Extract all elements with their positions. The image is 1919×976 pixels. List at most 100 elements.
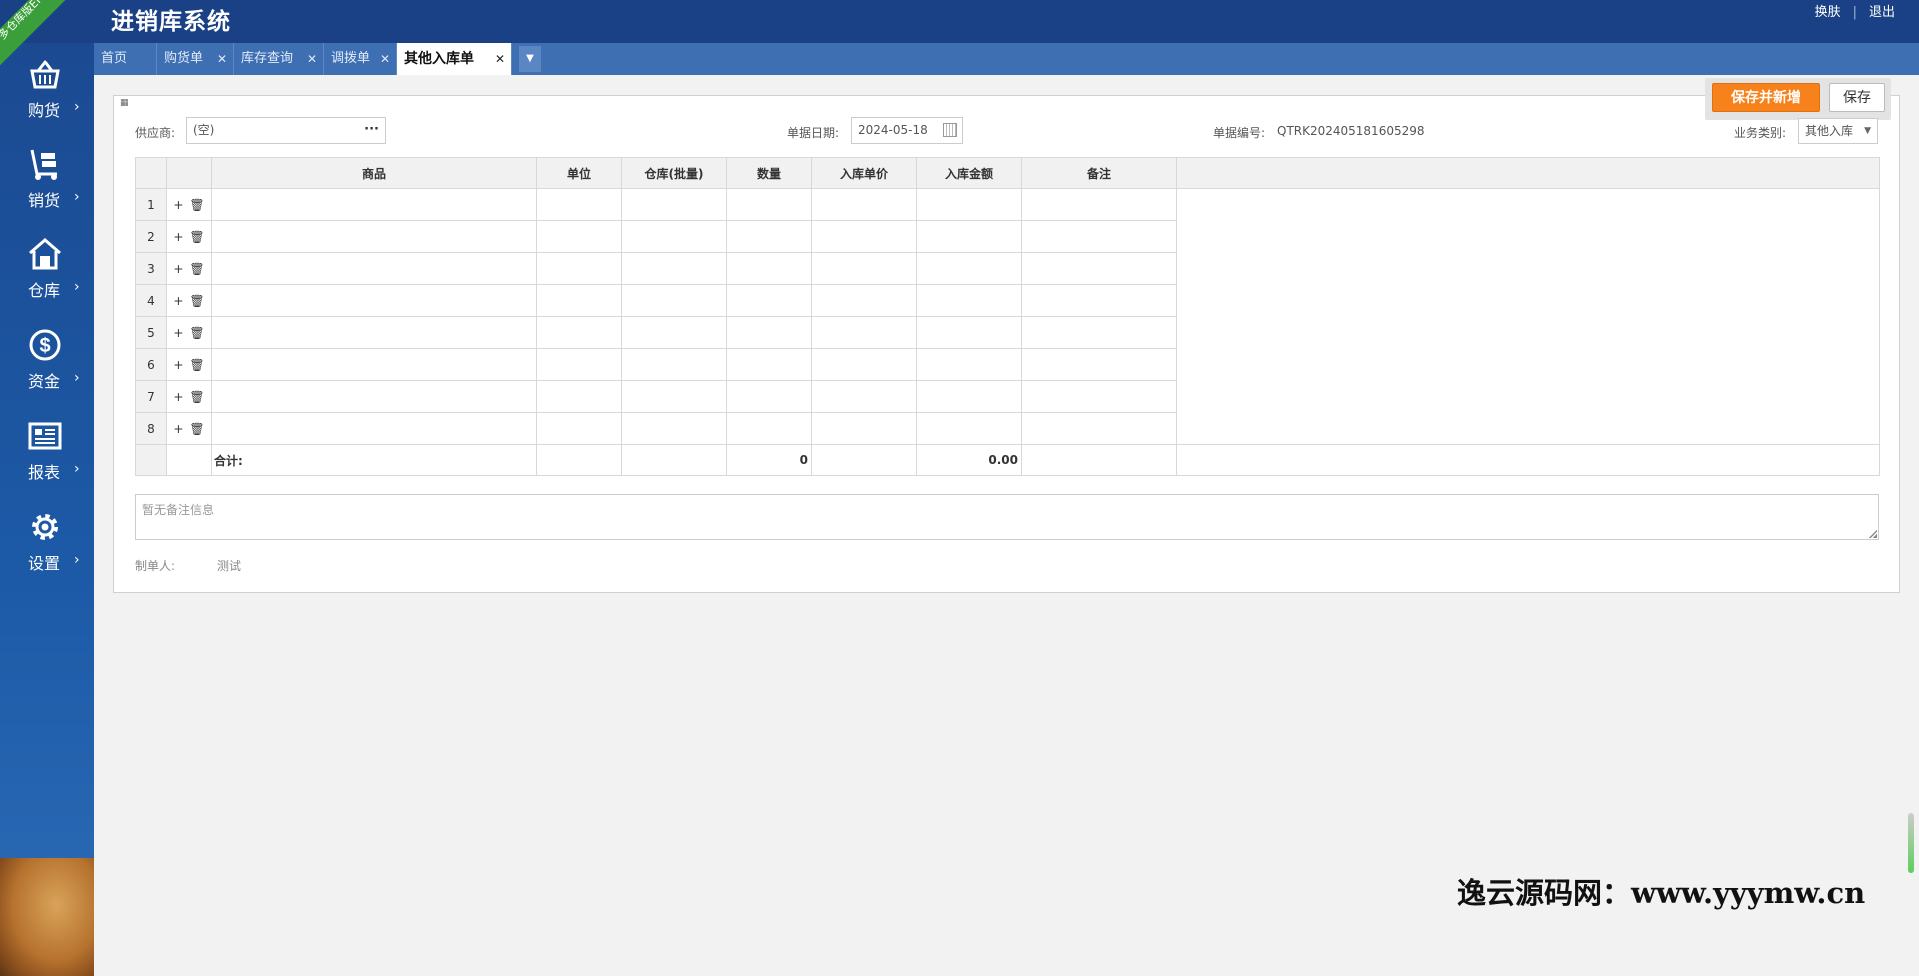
cell-product[interactable] [211,284,537,317]
cell-warehouse[interactable] [621,252,727,285]
delete-row-icon[interactable]: 🗑 [189,294,204,308]
cell-product[interactable] [211,220,537,253]
add-row-icon[interactable]: + [173,422,183,436]
delete-row-icon[interactable]: 🗑 [189,262,204,276]
logout-link[interactable]: 退出 [1869,5,1895,20]
remark-textarea[interactable]: 暂无备注信息 [135,494,1879,540]
cell-unit[interactable] [536,316,622,349]
delete-row-icon[interactable]: 🗑 [189,326,204,340]
cell-remark[interactable] [1021,380,1177,413]
cell-unit-price[interactable] [811,188,917,221]
cell-unit-price[interactable] [811,348,917,381]
cell-quantity[interactable] [726,252,812,285]
cell-unit-price[interactable] [811,284,917,317]
add-row-icon[interactable]: + [173,358,183,372]
cell-remark[interactable] [1021,188,1177,221]
close-icon[interactable]: ✕ [217,43,227,75]
cell-quantity[interactable] [726,220,812,253]
sidebar-item-warehouse[interactable]: 仓库 › [0,237,94,317]
cell-amount[interactable] [916,348,1022,381]
cell-product[interactable] [211,380,537,413]
cell-quantity[interactable] [726,188,812,221]
cell-warehouse[interactable] [621,284,727,317]
column-header-product[interactable]: 商品 [211,157,537,189]
column-header-remark[interactable]: 备注 [1021,157,1177,189]
close-icon[interactable]: ✕ [495,43,505,75]
date-field[interactable]: 2024-05-18 [851,117,963,144]
tab-inventory-query[interactable]: 库存查询 ✕ [234,43,324,75]
delete-row-icon[interactable]: 🗑 [189,422,204,436]
sidebar-item-funds[interactable]: $ 资金 › [0,328,94,408]
scroll-indicator[interactable] [1908,813,1914,873]
cell-product[interactable] [211,348,537,381]
save-button[interactable]: 保存 [1829,83,1885,112]
cell-unit[interactable] [536,348,622,381]
column-header-unit[interactable]: 单位 [536,157,622,189]
add-row-icon[interactable]: + [173,326,183,340]
cell-amount[interactable] [916,412,1022,445]
column-header-quantity[interactable]: 数量 [726,157,812,189]
calendar-icon[interactable] [943,123,957,137]
close-icon[interactable]: ✕ [380,43,390,75]
column-header-unit-price[interactable]: 入库单价 [811,157,917,189]
cell-unit[interactable] [536,284,622,317]
cell-unit-price[interactable] [811,380,917,413]
cell-amount[interactable] [916,188,1022,221]
cell-amount[interactable] [916,380,1022,413]
tab-dropdown-button[interactable]: ▼ [519,46,541,72]
cell-warehouse[interactable] [621,412,727,445]
skin-link[interactable]: 换肤 [1815,5,1841,20]
column-header-amount[interactable]: 入库金额 [916,157,1022,189]
tab-purchase-order[interactable]: 购货单 ✕ [157,43,234,75]
cell-warehouse[interactable] [621,380,727,413]
close-icon[interactable]: ✕ [307,43,317,75]
cell-unit[interactable] [536,380,622,413]
cell-quantity[interactable] [726,348,812,381]
sidebar-item-reports[interactable]: 报表 › [0,419,94,499]
sidebar-item-purchase[interactable]: 购货 › [0,57,94,137]
delete-row-icon[interactable]: 🗑 [189,390,204,404]
cell-warehouse[interactable] [621,220,727,253]
cell-remark[interactable] [1021,348,1177,381]
delete-row-icon[interactable]: 🗑 [189,230,204,244]
cell-unit[interactable] [536,188,622,221]
cell-warehouse[interactable] [621,188,727,221]
cell-amount[interactable] [916,252,1022,285]
cell-product[interactable] [211,188,537,221]
cell-product[interactable] [211,316,537,349]
cell-unit[interactable] [536,412,622,445]
cell-amount[interactable] [916,316,1022,349]
cell-unit-price[interactable] [811,252,917,285]
cell-remark[interactable] [1021,284,1177,317]
cell-warehouse[interactable] [621,348,727,381]
cell-unit[interactable] [536,220,622,253]
cell-product[interactable] [211,252,537,285]
supplier-field[interactable]: (空) ··· [186,117,386,144]
cell-quantity[interactable] [726,316,812,349]
cell-quantity[interactable] [726,412,812,445]
cell-remark[interactable] [1021,316,1177,349]
cell-remark[interactable] [1021,252,1177,285]
cell-warehouse[interactable] [621,316,727,349]
cell-remark[interactable] [1021,412,1177,445]
tab-transfer-order[interactable]: 调拨单 ✕ [324,43,397,75]
save-and-new-button[interactable]: 保存并新增 [1712,83,1820,112]
delete-row-icon[interactable]: 🗑 [189,198,204,212]
add-row-icon[interactable]: + [173,262,183,276]
cell-product[interactable] [211,412,537,445]
more-icon[interactable]: ··· [364,117,379,142]
cell-unit-price[interactable] [811,316,917,349]
cell-amount[interactable] [916,220,1022,253]
tab-other-inbound[interactable]: 其他入库单 ✕ [397,43,512,75]
column-header-warehouse[interactable]: 仓库(批量) [621,157,727,189]
sidebar-item-sales[interactable]: 销货 › [0,147,94,227]
cell-quantity[interactable] [726,284,812,317]
cell-amount[interactable] [916,284,1022,317]
tab-home[interactable]: 首页 [94,43,157,75]
resize-handle[interactable] [1869,530,1877,538]
add-row-icon[interactable]: + [173,198,183,212]
add-row-icon[interactable]: + [173,230,183,244]
cell-unit-price[interactable] [811,220,917,253]
cell-quantity[interactable] [726,380,812,413]
add-row-icon[interactable]: + [173,294,183,308]
